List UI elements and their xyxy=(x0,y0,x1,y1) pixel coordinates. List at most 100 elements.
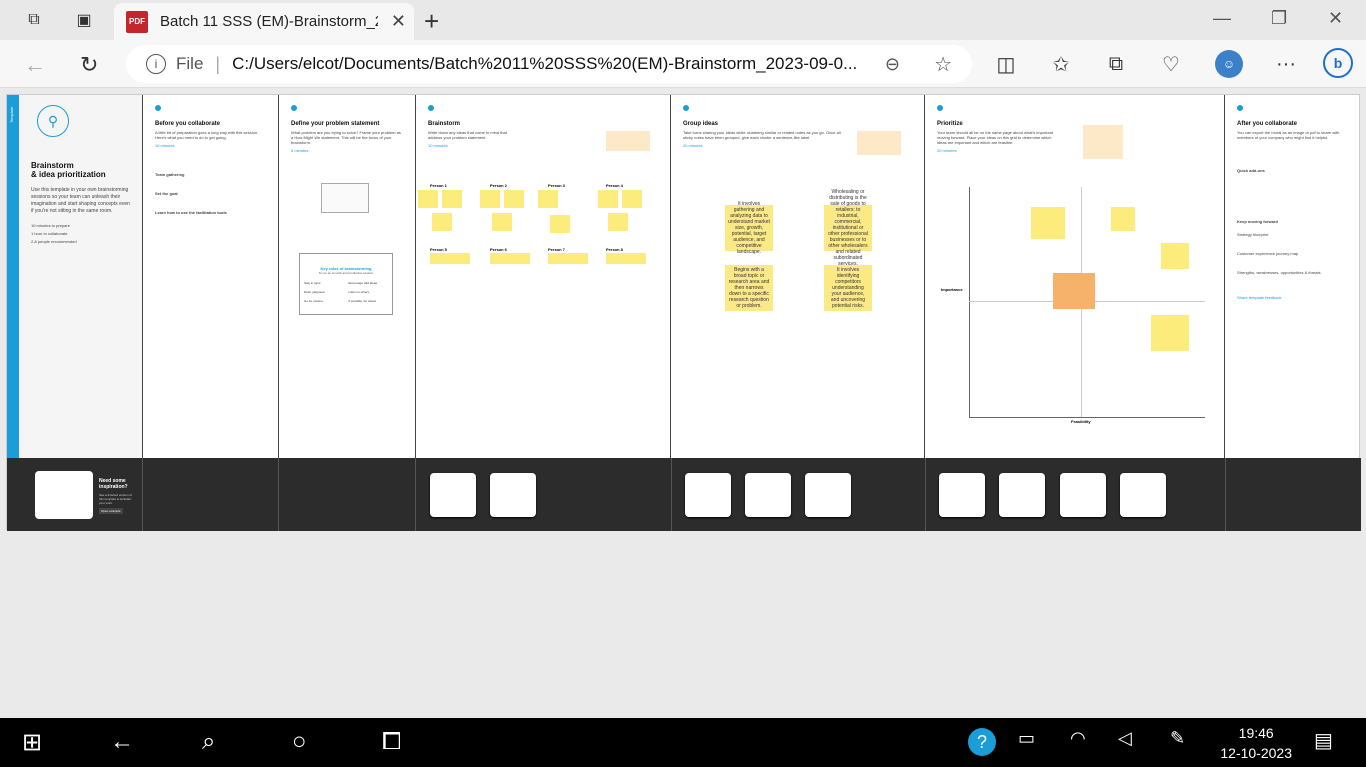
favorite-star-icon[interactable]: ☆ xyxy=(934,52,952,77)
panel-define: Define your problem statement What probl… xyxy=(279,95,416,458)
prioritize-thumb xyxy=(999,473,1045,517)
date: 12-10-2023 xyxy=(1220,745,1292,761)
panel-time: 5 minutes xyxy=(291,148,309,153)
profile-avatar[interactable]: ☺ xyxy=(1215,50,1243,78)
person-label: Person 4 xyxy=(606,183,623,188)
panel-time: 20 minutes xyxy=(937,148,957,153)
template-label: Template xyxy=(9,106,14,123)
url-text[interactable]: C:/Users/elcot/Documents/Batch%2011%20SS… xyxy=(232,54,862,74)
panel-text: What problem are you trying to solve? Fr… xyxy=(291,130,401,145)
step-a: Team gathering xyxy=(155,172,185,177)
notifications-icon[interactable]: ▤ xyxy=(1314,728,1333,753)
tab-close-icon[interactable]: ✕ xyxy=(391,11,406,32)
link-1[interactable]: Strategy blueprint xyxy=(1237,232,1349,237)
split-screen-icon[interactable]: ◫ xyxy=(992,50,1020,78)
omnibox[interactable]: i File | C:/Users/elcot/Documents/Batch%… xyxy=(126,45,972,83)
stat-2: 1 hour to collaborate xyxy=(31,231,68,236)
sticky-note xyxy=(442,190,462,208)
example-band: Need some inspiration? See a finished ve… xyxy=(7,458,1361,531)
pen-icon[interactable]: ✎ xyxy=(1170,728,1185,749)
panel-text: Your team should all be on the same page… xyxy=(937,130,1054,145)
favorites-icon[interactable]: ✩ xyxy=(1047,50,1075,78)
priority-note xyxy=(1151,315,1189,351)
wifi-icon[interactable]: ◠ xyxy=(1070,728,1086,749)
prioritize-thumb xyxy=(1120,473,1166,517)
feedback-link[interactable]: Share template feedback xyxy=(1237,295,1349,300)
task-view-icon[interactable]: ⧠ xyxy=(382,728,401,756)
x-axis xyxy=(969,417,1205,418)
back-arrow-icon[interactable]: ← xyxy=(110,728,134,756)
link-2[interactable]: Customer experience journey map xyxy=(1237,251,1349,256)
y-axis-label: Importance xyxy=(941,287,963,292)
search-icon[interactable]: ⌕ xyxy=(202,728,215,756)
file-label: File xyxy=(176,54,204,73)
step-c: Learn how to use the facilitation tools xyxy=(155,210,227,215)
group-thumb xyxy=(805,473,851,517)
rules-card: Key rules of brainstorming To run an smo… xyxy=(299,253,393,315)
panel-group: Group ideas Take turns sharing your idea… xyxy=(671,95,925,458)
group-note: It involves identifying competitors unde… xyxy=(824,265,872,311)
vertical-tabs-icon[interactable]: ▣ xyxy=(72,8,96,32)
panel-title: Prioritize xyxy=(937,121,963,127)
group-note: It involves gathering and analyzing data… xyxy=(725,201,773,255)
template-strip: Template xyxy=(7,95,19,458)
windows-start-icon[interactable]: ⊞ xyxy=(22,728,42,757)
sticky-note xyxy=(480,190,500,208)
prioritize-thumb xyxy=(1060,473,1106,517)
back-button[interactable]: ← xyxy=(24,52,46,78)
link-3[interactable]: Strengths, weaknesses, opportunities & t… xyxy=(1237,270,1349,275)
cortana-circle-icon[interactable]: ○ xyxy=(292,728,307,756)
panel-after: After you collaborate You can export the… xyxy=(1225,95,1361,458)
example-thumb xyxy=(35,471,93,519)
panel-text: Take turns sharing your ideas while clus… xyxy=(683,130,841,140)
minimize-button[interactable]: — xyxy=(1213,8,1231,29)
info-icon[interactable]: i xyxy=(146,54,166,74)
panel-brainstorm: Brainstorm Write down any ideas that com… xyxy=(416,95,671,458)
pdf-icon: PDF xyxy=(126,10,148,33)
group-note: Wholesaling or distributing is the sale … xyxy=(824,189,872,267)
open-example-button[interactable]: Open example xyxy=(99,508,123,514)
maximize-button[interactable]: ❐ xyxy=(1271,8,1287,29)
person-label: Person 8 xyxy=(606,247,623,252)
volume-icon[interactable]: ◁ xyxy=(1118,728,1132,749)
intro-panel: ⚲ Brainstorm & idea prioritization Use t… xyxy=(19,95,143,458)
close-window-button[interactable]: ✕ xyxy=(1328,8,1343,29)
panel-prioritize: Prioritize Your team should all be on th… xyxy=(925,95,1225,458)
sticky-row xyxy=(490,253,530,264)
sticky-note xyxy=(418,190,438,208)
zoom-icon[interactable]: ⊖ xyxy=(885,54,900,75)
new-tab-button[interactable]: + xyxy=(424,6,439,37)
step-b: Set the goal xyxy=(155,191,178,196)
sticky-note xyxy=(504,190,524,208)
band-divider xyxy=(925,458,926,531)
clock[interactable]: 19:46 12-10-2023 xyxy=(1220,723,1292,763)
sticky-note xyxy=(622,190,642,208)
pdf-viewer[interactable]: Template ⚲ Brainstorm & idea prioritizat… xyxy=(0,88,1366,718)
step-dot-icon xyxy=(937,105,943,111)
rule-4: Listen to others. xyxy=(348,290,370,294)
group-thumb xyxy=(745,473,791,517)
workspaces-icon[interactable]: ⧉ xyxy=(22,8,46,32)
person-label: Person 1 xyxy=(430,183,447,188)
rule-5: Go for volume. xyxy=(304,299,324,303)
bing-copilot-icon[interactable]: b xyxy=(1323,48,1353,78)
person-label: Person 5 xyxy=(430,247,447,252)
collections-icon[interactable]: ⧉ xyxy=(1102,50,1130,78)
step-dot-icon xyxy=(1237,105,1243,111)
mural-board: Template ⚲ Brainstorm & idea prioritizat… xyxy=(6,94,1361,531)
inspiration-title: Need some inspiration? xyxy=(99,478,128,490)
intro-text: Use this template in your own brainstorm… xyxy=(31,187,130,214)
step-dot-icon xyxy=(683,105,689,111)
more-menu-icon[interactable]: ··· xyxy=(1272,50,1300,78)
tab-bar: ⧉ ▣ PDF Batch 11 SSS (EM)-Brainstorm_20 … xyxy=(0,0,1366,40)
browser-essentials-icon[interactable]: ♡ xyxy=(1157,50,1185,78)
panel-title: Group ideas xyxy=(683,121,719,127)
battery-icon[interactable]: ▭ xyxy=(1018,728,1035,749)
sticky-row xyxy=(606,253,646,264)
help-icon[interactable]: ? xyxy=(968,728,996,756)
inspiration-cell: Need some inspiration? See a finished ve… xyxy=(7,458,143,531)
person-label: Person 7 xyxy=(548,247,565,252)
refresh-button[interactable]: ↻ xyxy=(80,52,98,78)
tab-active[interactable]: PDF Batch 11 SSS (EM)-Brainstorm_20 ✕ xyxy=(114,3,414,40)
sticky-note xyxy=(608,213,628,231)
